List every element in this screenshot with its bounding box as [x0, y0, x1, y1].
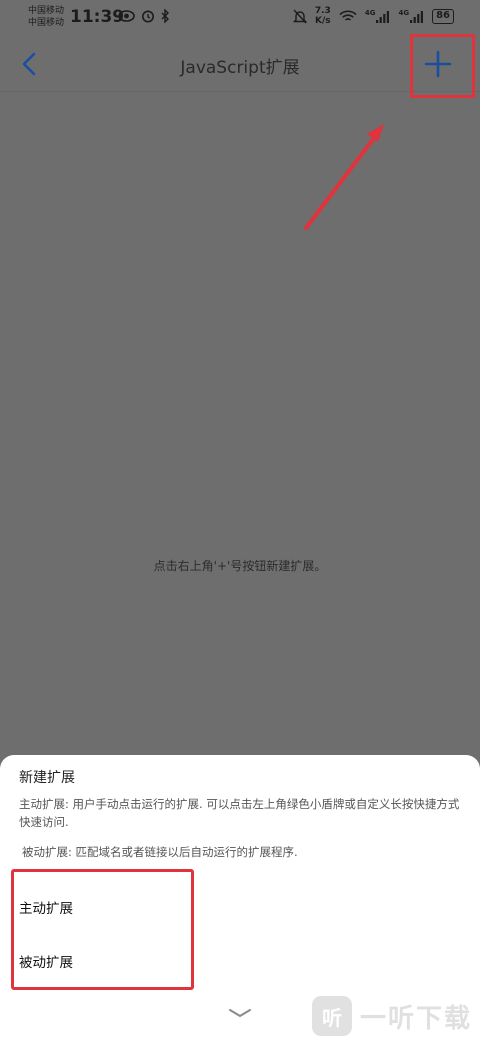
highlight-box-options [11, 869, 194, 990]
chevron-down-icon [229, 1009, 251, 1017]
active-extension-description: 主动扩展: 用户手动点击运行的扩展. 可以点击左上角绿色小盾牌或自定义长按快捷方… [19, 797, 460, 829]
watermark-text: 一听下载 [359, 1003, 472, 1034]
watermark-logo: 听 [311, 996, 352, 1036]
sheet-title: 新建扩展 [19, 770, 75, 786]
empty-state-hint: 点击右上角'+'号按钮新建扩展。 [153, 559, 327, 573]
collapse-sheet-button[interactable] [226, 1005, 254, 1021]
annotation-arrow [304, 124, 384, 230]
watermark: 听 一听下载 [311, 996, 472, 1036]
passive-extension-description: 被动扩展: 匹配域名或者链接以后自动运行的扩展程序. [22, 845, 298, 859]
